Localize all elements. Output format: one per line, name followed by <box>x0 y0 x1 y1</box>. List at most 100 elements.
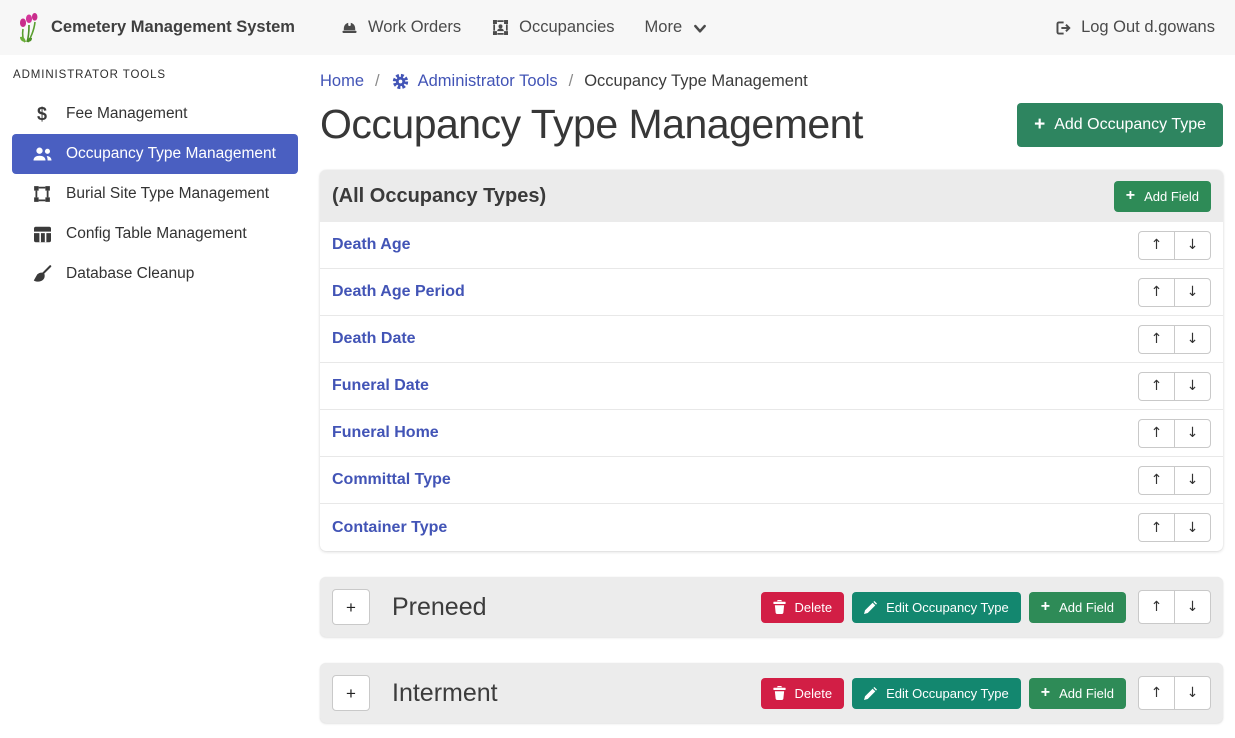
arrow-up-icon: ↑ <box>1151 425 1163 441</box>
app-title: Cemetery Management System <box>51 18 295 37</box>
move-down-button[interactable]: ↓ <box>1174 590 1211 624</box>
reorder-controls: ↑ ↓ <box>1138 513 1211 542</box>
delete-label: Delete <box>795 686 833 701</box>
add-field-button[interactable]: + Add Field <box>1029 592 1126 623</box>
breadcrumb-current: Occupancy Type Management <box>584 72 808 91</box>
move-down-button[interactable]: ↓ <box>1174 419 1211 448</box>
breadcrumb-admin-tools[interactable]: Administrator Tools <box>391 72 558 91</box>
breadcrumb: Home / Administrator Tools / Occupancy T… <box>320 72 1223 91</box>
tulip-logo-icon <box>16 13 42 43</box>
arrow-down-icon: ↓ <box>1187 520 1199 536</box>
sidebar-item-fee-management[interactable]: $ Fee Management <box>12 94 298 134</box>
field-link-death-age[interactable]: Death Age <box>332 236 411 254</box>
reorder-controls: ↑ ↓ <box>1138 676 1211 710</box>
broom-icon <box>31 265 53 284</box>
expand-section-button[interactable]: + <box>332 589 370 625</box>
field-link-container-type[interactable]: Container Type <box>332 519 447 537</box>
add-field-label: Add Field <box>1059 686 1114 701</box>
edit-occupancy-type-button[interactable]: Edit Occupancy Type <box>852 592 1021 623</box>
all-occupancy-types-header: (All Occupancy Types) + Add Field <box>320 170 1223 222</box>
plus-icon: + <box>1041 687 1050 699</box>
pencil-icon <box>864 601 877 614</box>
field-row: Funeral Date ↑ ↓ <box>320 363 1223 410</box>
delete-label: Delete <box>795 600 833 615</box>
move-down-button[interactable]: ↓ <box>1174 466 1211 495</box>
section-title: Preneed <box>392 593 487 622</box>
field-row: Death Date ↑ ↓ <box>320 316 1223 363</box>
arrow-down-icon: ↓ <box>1187 378 1199 394</box>
edit-occupancy-type-button[interactable]: Edit Occupancy Type <box>852 678 1021 709</box>
hard-hat-icon <box>340 19 359 37</box>
table-icon <box>31 226 53 243</box>
breadcrumb-admin-tools-label: Administrator Tools <box>418 72 558 91</box>
move-up-button[interactable]: ↑ <box>1138 419 1175 448</box>
move-down-button[interactable]: ↓ <box>1174 325 1211 354</box>
add-occupancy-type-button[interactable]: + Add Occupancy Type <box>1017 103 1223 147</box>
sidebar-item-label: Config Table Management <box>66 225 247 243</box>
logout-label: Log Out d.gowans <box>1081 18 1215 37</box>
sidebar-item-burial-site-type-management[interactable]: Burial Site Type Management <box>12 174 298 214</box>
arrow-down-icon: ↓ <box>1187 284 1199 300</box>
move-up-button[interactable]: ↑ <box>1138 278 1175 307</box>
move-down-button[interactable]: ↓ <box>1174 372 1211 401</box>
reorder-controls: ↑ ↓ <box>1138 231 1211 260</box>
top-navbar: Cemetery Management System Work Orders <box>0 0 1235 55</box>
add-field-button[interactable]: + Add Field <box>1114 181 1211 212</box>
sidebar-item-database-cleanup[interactable]: Database Cleanup <box>12 254 298 294</box>
expand-section-button[interactable]: + <box>332 675 370 711</box>
move-up-button[interactable]: ↑ <box>1138 676 1175 710</box>
logout-link[interactable]: Log Out d.gowans <box>1049 9 1219 46</box>
arrow-up-icon: ↑ <box>1151 237 1163 253</box>
arrow-up-icon: ↑ <box>1151 599 1163 615</box>
move-down-button[interactable]: ↓ <box>1174 676 1211 710</box>
reorder-controls: ↑ ↓ <box>1138 466 1211 495</box>
move-down-button[interactable]: ↓ <box>1174 513 1211 542</box>
field-link-committal-type[interactable]: Committal Type <box>332 471 451 489</box>
move-up-button[interactable]: ↑ <box>1138 325 1175 354</box>
field-link-funeral-date[interactable]: Funeral Date <box>332 377 429 395</box>
logout-icon <box>1053 19 1072 37</box>
sidebar-item-config-table-management[interactable]: Config Table Management <box>12 214 298 254</box>
move-up-button[interactable]: ↑ <box>1138 466 1175 495</box>
nav-occupancies[interactable]: Occupancies <box>476 9 629 46</box>
reorder-controls: ↑ ↓ <box>1138 278 1211 307</box>
app-brand[interactable]: Cemetery Management System <box>16 13 295 43</box>
sidebar-item-label: Database Cleanup <box>66 265 194 283</box>
sidebar-item-occupancy-type-management[interactable]: Occupancy Type Management <box>12 134 298 174</box>
delete-button[interactable]: Delete <box>761 592 845 623</box>
all-occupancy-types-card: (All Occupancy Types) + Add Field Death … <box>320 170 1223 551</box>
trash-icon <box>773 686 786 700</box>
field-link-death-date[interactable]: Death Date <box>332 330 416 348</box>
move-up-button[interactable]: ↑ <box>1138 513 1175 542</box>
field-row: Death Age Period ↑ ↓ <box>320 269 1223 316</box>
breadcrumb-home-label: Home <box>320 72 364 91</box>
move-up-button[interactable]: ↑ <box>1138 590 1175 624</box>
reorder-controls: ↑ ↓ <box>1138 419 1211 448</box>
arrow-up-icon: ↑ <box>1151 685 1163 701</box>
nav-occupancies-label: Occupancies <box>519 18 614 37</box>
add-field-button[interactable]: + Add Field <box>1029 678 1126 709</box>
occupancy-frame-icon <box>491 18 510 37</box>
edit-occupancy-type-label: Edit Occupancy Type <box>886 686 1009 701</box>
move-up-button[interactable]: ↑ <box>1138 372 1175 401</box>
reorder-controls: ↑ ↓ <box>1138 590 1211 624</box>
field-link-death-age-period[interactable]: Death Age Period <box>332 283 465 301</box>
chevron-down-icon <box>693 23 707 35</box>
move-up-button[interactable]: ↑ <box>1138 231 1175 260</box>
sidebar-item-label: Burial Site Type Management <box>66 185 269 203</box>
delete-button[interactable]: Delete <box>761 678 845 709</box>
arrow-down-icon: ↓ <box>1187 685 1199 701</box>
sidebar-heading: Administrator Tools <box>13 69 298 81</box>
add-occupancy-type-label: Add Occupancy Type <box>1054 116 1206 134</box>
nav-work-orders[interactable]: Work Orders <box>325 9 476 46</box>
move-down-button[interactable]: ↓ <box>1174 231 1211 260</box>
nav-more-label: More <box>645 18 683 37</box>
breadcrumb-home[interactable]: Home <box>320 72 364 91</box>
field-link-funeral-home[interactable]: Funeral Home <box>332 424 439 442</box>
move-down-button[interactable]: ↓ <box>1174 278 1211 307</box>
section-title: Interment <box>392 679 498 708</box>
nav-more[interactable]: More <box>630 9 723 46</box>
navbar-links: Work Orders Occupancies More <box>325 9 722 46</box>
reorder-controls: ↑ ↓ <box>1138 325 1211 354</box>
field-row: Death Age ↑ ↓ <box>320 222 1223 269</box>
